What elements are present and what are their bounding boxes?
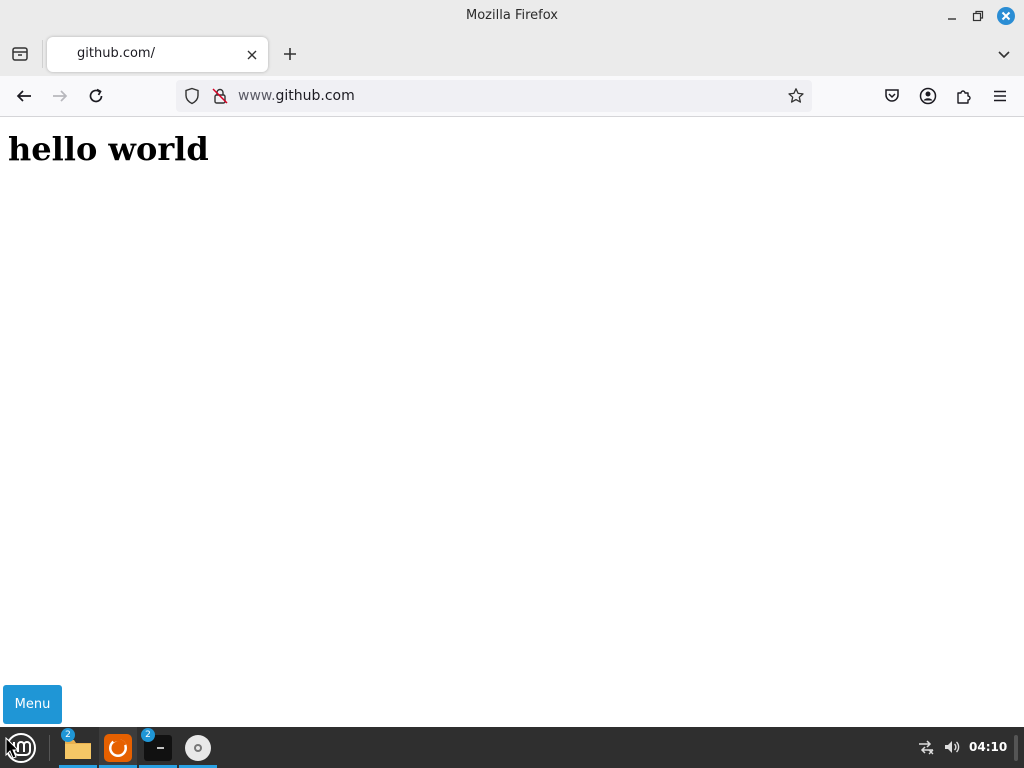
tab-close-button[interactable] — [244, 47, 260, 63]
reload-button[interactable] — [84, 84, 108, 108]
minimize-button[interactable] — [942, 6, 962, 26]
volume-tray-button[interactable] — [942, 737, 962, 757]
plus-icon — [284, 48, 296, 60]
menu-button[interactable]: Menu — [3, 685, 62, 724]
restore-icon — [972, 10, 984, 22]
reload-icon — [89, 88, 103, 103]
new-tab-button[interactable] — [278, 42, 302, 66]
hamburger-menu-icon — [994, 90, 1006, 102]
firefox-window: Mozilla Firefox github.com/ www.github.c… — [0, 0, 1024, 727]
page-heading: hello world — [8, 130, 209, 168]
back-arrow-icon — [16, 90, 31, 102]
tab-strip: github.com/ — [0, 32, 1024, 76]
account-button[interactable] — [916, 84, 940, 108]
taskbar-clock[interactable]: 04:10 — [969, 740, 1007, 754]
forward-button[interactable] — [48, 84, 72, 108]
firefox-icon — [104, 733, 132, 762]
tab-github[interactable]: github.com/ — [47, 37, 268, 72]
pocket-button[interactable] — [880, 84, 904, 108]
taskbar: 2 2 04:10 — [0, 727, 1024, 768]
window-title: Mozilla Firefox — [466, 8, 558, 23]
pocket-icon — [885, 89, 899, 102]
url-host: github.com — [275, 88, 355, 104]
close-icon — [997, 7, 1015, 25]
network-tray-button[interactable] — [916, 737, 936, 757]
account-icon — [919, 87, 937, 105]
chevron-down-icon — [998, 51, 1010, 59]
tab-separator — [42, 40, 43, 68]
puzzle-icon — [957, 90, 971, 104]
url-text[interactable]: www.github.com — [238, 88, 355, 104]
volume-icon — [945, 741, 960, 753]
close-icon — [247, 50, 257, 60]
disc-icon — [185, 734, 211, 761]
taskbar-app-firefox[interactable] — [99, 727, 137, 768]
window-count-badge: 2 — [61, 728, 75, 742]
site-security-button[interactable] — [210, 86, 230, 106]
taskbar-app-terminal[interactable]: 2 — [139, 727, 177, 768]
list-all-tabs-button[interactable] — [992, 42, 1016, 66]
app-menu-button[interactable] — [988, 84, 1012, 108]
star-icon — [788, 88, 804, 103]
close-window-button[interactable] — [996, 6, 1016, 26]
bookmark-star-button[interactable] — [786, 86, 806, 106]
tab-title: github.com/ — [77, 46, 155, 61]
tracking-protection-button[interactable] — [182, 86, 202, 106]
navigation-toolbar: www.github.com — [0, 76, 1024, 117]
firefox-view-button[interactable] — [8, 42, 32, 66]
shield-icon — [185, 87, 199, 105]
title-bar[interactable]: Mozilla Firefox — [0, 0, 1024, 32]
extensions-button[interactable] — [952, 84, 976, 108]
firefox-view-icon — [12, 47, 28, 61]
back-button[interactable] — [12, 84, 36, 108]
mouse-cursor-icon — [5, 737, 19, 759]
taskbar-app-files[interactable]: 2 — [59, 727, 97, 768]
show-desktop-button[interactable] — [1014, 735, 1018, 761]
url-bar[interactable]: www.github.com — [176, 80, 812, 112]
window-count-badge: 2 — [141, 728, 155, 742]
insecure-lock-icon — [212, 88, 228, 104]
minimize-icon — [948, 18, 956, 20]
maximize-button[interactable] — [968, 6, 988, 26]
taskbar-separator — [49, 735, 50, 761]
url-prefix: www. — [238, 88, 276, 104]
network-disconnected-icon — [919, 740, 934, 755]
forward-arrow-icon — [53, 90, 68, 102]
taskbar-app-disc[interactable] — [179, 727, 217, 768]
page-content: hello world — [0, 118, 1024, 727]
